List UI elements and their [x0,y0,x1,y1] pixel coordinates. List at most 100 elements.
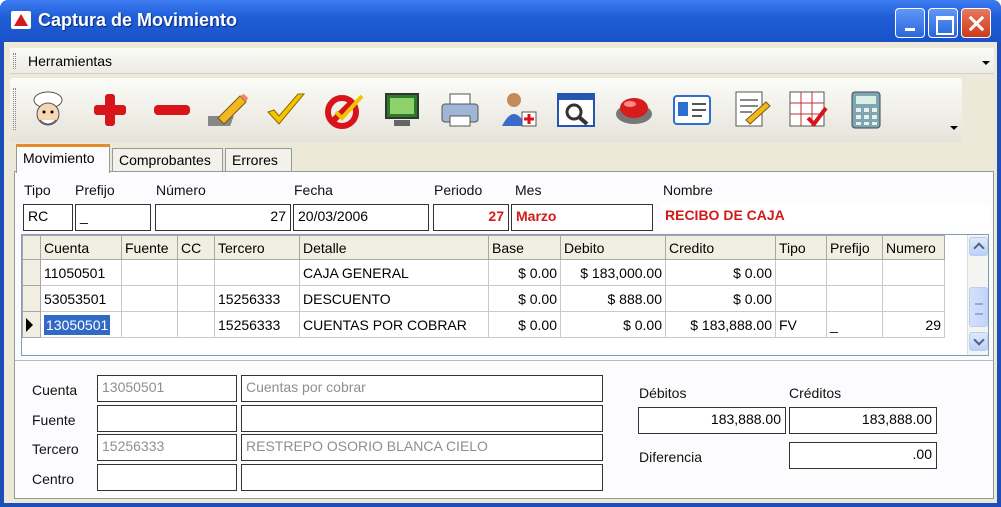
numero-field[interactable]: 27 [155,204,291,231]
scroll-thumb[interactable] [969,287,988,327]
table-row[interactable]: 53053501 15256333 DESCUENTO $ 0.00 $ 888… [22,285,945,312]
col-numero[interactable]: Numero [882,235,945,260]
col-credito[interactable]: Credito [665,235,776,260]
search-window-icon[interactable] [552,86,600,134]
prefijo-label: Prefijo [75,182,115,198]
cell-tercero[interactable]: 15256333 [214,285,300,312]
user-add-icon[interactable] [494,86,542,134]
cell-base[interactable]: $ 0.00 [488,285,561,312]
cell-fuente[interactable] [121,285,178,312]
cell-detalle[interactable]: CUENTAS POR COBRAR [299,311,489,338]
document-edit-icon[interactable] [726,86,774,134]
row-header[interactable] [22,285,41,312]
table-row-selected[interactable]: 13050501 15256333 CUENTAS POR COBRAR $ 0… [22,311,945,338]
cell-cuenta[interactable]: 11050501 [40,259,122,286]
record-button-icon[interactable] [610,86,658,134]
minimize-button[interactable] [895,8,925,38]
cell-cc[interactable] [177,285,215,312]
movimientos-grid[interactable]: Cuenta Fuente CC Tercero Detalle Base De… [21,234,989,356]
tab-movimiento[interactable]: Movimiento [16,144,110,173]
cell-credito[interactable]: $ 0.00 [665,285,776,312]
cell-fuente[interactable] [121,259,178,286]
col-tipo[interactable]: Tipo [775,235,827,260]
col-base[interactable]: Base [488,235,561,260]
tab-errores[interactable]: Errores [225,148,292,172]
cell-base[interactable]: $ 0.00 [488,311,561,338]
chef-icon[interactable] [24,86,72,134]
cell-prefijo[interactable] [826,285,883,312]
periodo-field[interactable]: 27 [433,204,509,231]
add-icon[interactable] [86,86,134,134]
col-detalle[interactable]: Detalle [299,235,489,260]
cell-credito[interactable]: $ 183,888.00 [665,311,776,338]
col-fuente[interactable]: Fuente [121,235,178,260]
cell-cc[interactable] [177,259,215,286]
cell-prefijo[interactable] [826,259,883,286]
client-area: Herramientas Movimiento Comprobantes Err… [4,42,997,503]
col-cuenta[interactable]: Cuenta [40,235,122,260]
vertical-scrollbar[interactable] [967,235,988,355]
creditos-total: 183,888.00 [789,407,937,434]
cell-tercero[interactable] [214,259,300,286]
monitor-icon[interactable] [378,86,426,134]
remove-icon[interactable] [148,86,196,134]
detail-centro-code[interactable] [97,464,237,491]
col-tercero[interactable]: Tercero [214,235,300,260]
cell-tipo[interactable] [775,285,827,312]
cell-debito[interactable]: $ 0.00 [560,311,666,338]
mes-label: Mes [515,182,542,198]
cell-cuenta[interactable]: 53053501 [40,285,122,312]
checkmark-icon[interactable] [262,86,310,134]
toolbar-overflow-icon[interactable] [950,126,958,130]
cell-numero[interactable] [882,285,945,312]
detail-cuenta-code[interactable]: 13050501 [97,375,237,402]
col-debito[interactable]: Debito [560,235,666,260]
cell-tipo[interactable] [775,259,827,286]
grid-check-icon[interactable] [784,86,832,134]
cell-fuente[interactable] [121,311,178,338]
id-card-icon[interactable] [668,86,716,134]
cell-prefijo[interactable]: _ [826,311,883,338]
title-bar[interactable]: Captura de Movimiento [0,0,1001,42]
cell-tercero[interactable]: 15256333 [214,311,300,338]
menu-herramientas[interactable]: Herramientas [28,53,112,69]
tab-comprobantes[interactable]: Comprobantes [112,148,223,172]
menu-overflow-icon[interactable] [982,61,990,65]
cell-credito[interactable]: $ 0.00 [665,259,776,286]
app-window: Captura de Movimiento Herramientas Movim… [0,0,1001,507]
col-cc[interactable]: CC [177,235,215,260]
menu-grip[interactable] [13,53,16,69]
cell-tipo[interactable]: FV [775,311,827,338]
diferencia-total: .00 [789,442,937,469]
cell-cuenta[interactable]: 13050501 [40,311,122,338]
cell-base[interactable]: $ 0.00 [488,259,561,286]
detail-cuenta-name: Cuentas por cobrar [241,375,603,402]
col-prefijo[interactable]: Prefijo [826,235,883,260]
cell-debito[interactable]: $ 888.00 [560,285,666,312]
cell-debito[interactable]: $ 183,000.00 [560,259,666,286]
printer-icon[interactable] [436,86,484,134]
row-header[interactable] [22,259,41,286]
creditos-label: Créditos [789,385,842,401]
edit-pencil-icon[interactable] [206,86,254,134]
cancel-check-icon[interactable] [320,86,368,134]
fecha-field[interactable]: 20/03/2006 [293,204,429,231]
debitos-total: 183,888.00 [638,407,786,434]
maximize-button[interactable] [928,8,958,38]
cell-detalle[interactable]: CAJA GENERAL [299,259,489,286]
row-header[interactable] [22,311,41,338]
cell-cc[interactable] [177,311,215,338]
detail-tercero-code[interactable]: 15256333 [97,434,237,461]
detail-fuente-code[interactable] [97,405,237,432]
scroll-up-button[interactable] [969,237,988,256]
scroll-down-button[interactable] [969,332,988,351]
table-row[interactable]: 11050501 CAJA GENERAL $ 0.00 $ 183,000.0… [22,259,945,286]
tipo-field[interactable]: RC [23,204,73,231]
calculator-icon[interactable] [842,86,890,134]
cell-detalle[interactable]: DESCUENTO [299,285,489,312]
cell-numero[interactable] [882,259,945,286]
prefijo-field[interactable]: _ [75,204,151,231]
close-button[interactable] [961,8,991,38]
cell-numero[interactable]: 29 [882,311,945,338]
toolbar-grip[interactable] [13,88,16,130]
